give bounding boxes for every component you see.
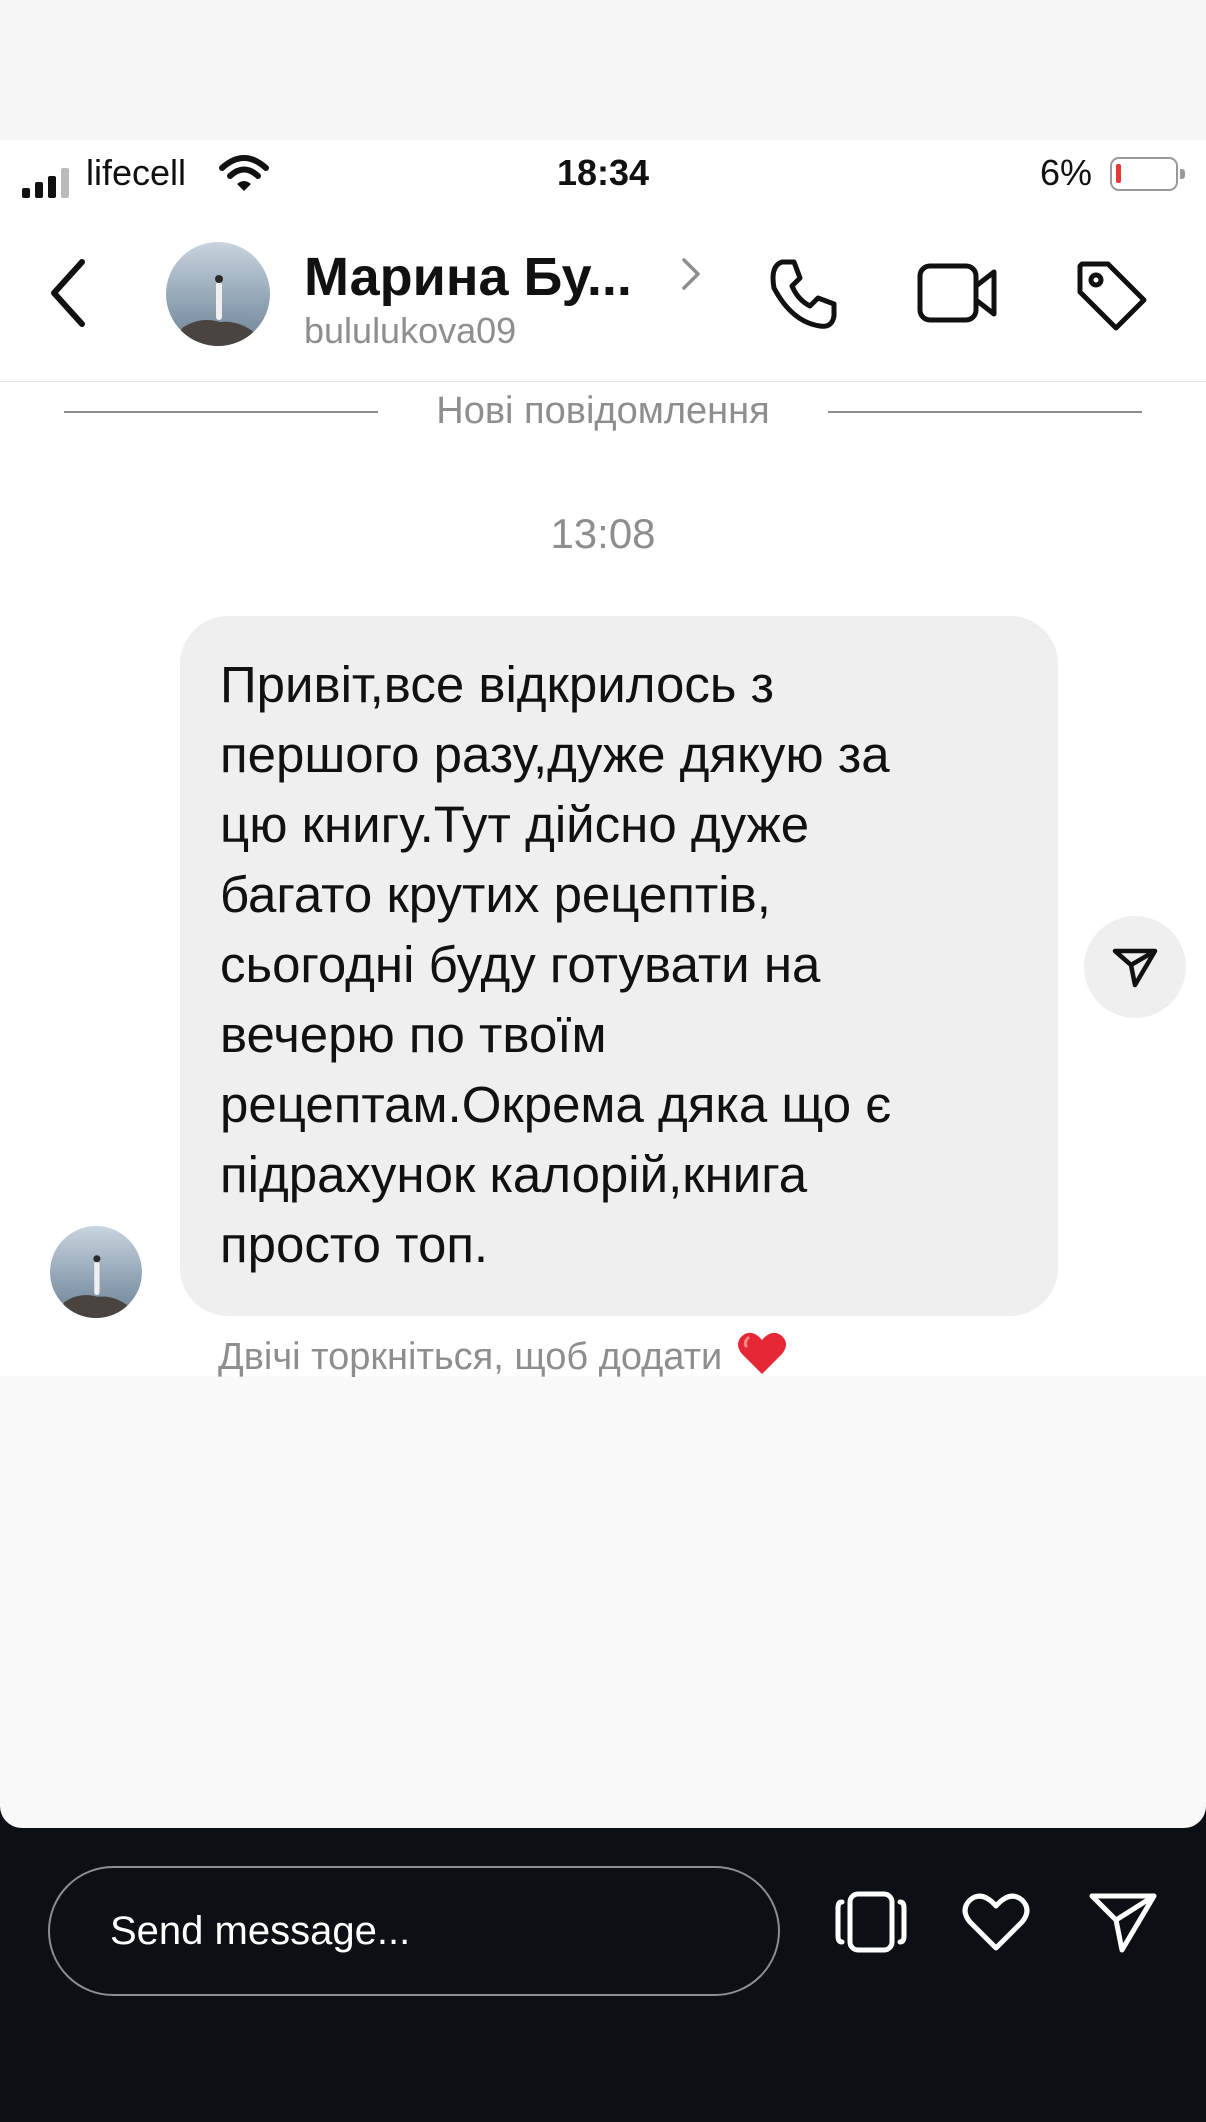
- status-time: 18:34: [556, 152, 650, 193]
- shared-screenshot: lifecell 18:34 6% Марина Бу... bululukov…: [0, 140, 1206, 1378]
- story-top-margin: [0, 0, 1206, 140]
- contact-username: bululukova09: [304, 310, 517, 351]
- tag-icon[interactable]: [1074, 258, 1150, 339]
- contact-name[interactable]: Марина Бу...: [304, 246, 632, 308]
- new-messages-divider: Нові повідомлення: [0, 382, 1206, 442]
- phone-icon[interactable]: [764, 256, 840, 337]
- message-text: Привіт,все відкрилось з першого разу,дуж…: [220, 656, 892, 1273]
- message-timestamp: 13:08: [550, 510, 656, 557]
- red-heart-icon: [736, 1328, 788, 1386]
- sender-avatar[interactable]: [50, 1226, 142, 1318]
- send-message-input[interactable]: [48, 1866, 780, 1996]
- chat-header: Марина Бу... bululukova09: [0, 206, 1206, 382]
- send-icon[interactable]: [1088, 1890, 1158, 1959]
- chevron-right-icon: [680, 256, 702, 297]
- status-bar: lifecell 18:34 6%: [0, 140, 1206, 206]
- share-icon[interactable]: [1084, 916, 1186, 1018]
- story-card: lifecell 18:34 6% Марина Бу... bululukov…: [0, 0, 1206, 1828]
- story-reply-bar: [0, 1828, 1206, 2122]
- double-tap-hint: Двічі торкніться, щоб додати: [218, 1328, 788, 1386]
- contact-avatar[interactable]: [166, 242, 270, 346]
- heart-icon[interactable]: [960, 1890, 1032, 1959]
- battery-percent: 6%: [1040, 152, 1093, 193]
- double-tap-hint-text: Двічі торкніться, щоб додати: [218, 1335, 723, 1378]
- back-chevron-icon[interactable]: [48, 258, 88, 333]
- video-camera-icon[interactable]: [916, 260, 998, 331]
- battery-icon: [1110, 157, 1185, 191]
- message-bubble[interactable]: Привіт,все відкрилось з першого разу,дуж…: [180, 616, 1058, 1316]
- sticker-icon[interactable]: [834, 1890, 908, 1959]
